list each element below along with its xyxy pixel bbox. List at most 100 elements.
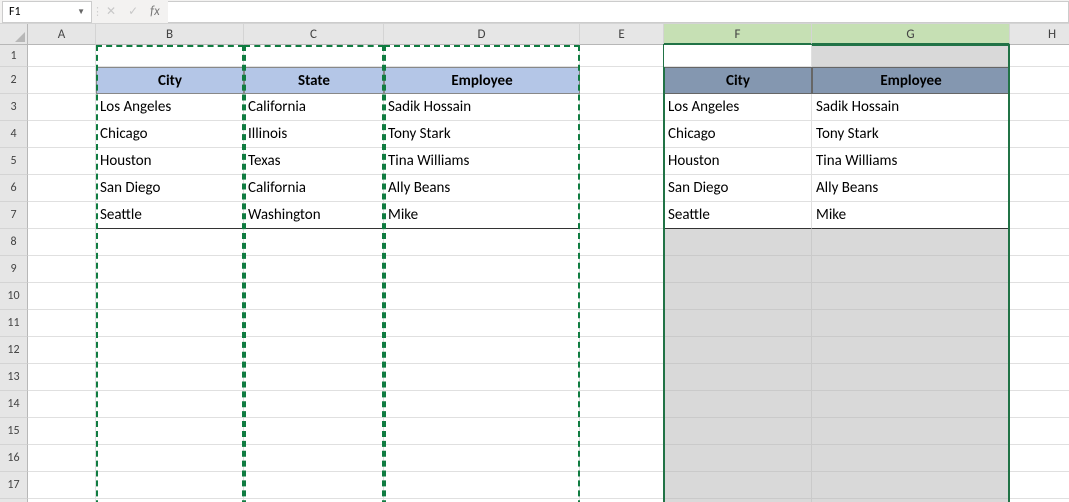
cell[interactable]: [580, 148, 664, 175]
cell[interactable]: [244, 229, 384, 256]
cell[interactable]: [384, 229, 580, 256]
cell[interactable]: [812, 283, 1010, 310]
table1-state-1[interactable]: Illinois: [244, 121, 384, 148]
cell[interactable]: [664, 310, 812, 337]
table1-employee-2[interactable]: Tina Williams: [384, 148, 580, 175]
row-header-11[interactable]: 11: [0, 310, 28, 337]
row-header-15[interactable]: 15: [0, 418, 28, 445]
cell[interactable]: [28, 283, 96, 310]
cell[interactable]: [384, 364, 580, 391]
table2-city-2[interactable]: Houston: [664, 148, 812, 175]
row-header-2[interactable]: 2: [0, 67, 28, 94]
cell[interactable]: [1010, 256, 1069, 283]
cell[interactable]: [1010, 391, 1069, 418]
cell[interactable]: [244, 364, 384, 391]
table1-state-4[interactable]: Washington: [244, 202, 384, 229]
cell[interactable]: [96, 391, 244, 418]
cell[interactable]: [580, 337, 664, 364]
row-header-3[interactable]: 3: [0, 94, 28, 121]
cell[interactable]: [384, 310, 580, 337]
cell[interactable]: [1010, 45, 1069, 67]
cell[interactable]: [1010, 364, 1069, 391]
table1-state-0[interactable]: California: [244, 94, 384, 121]
cell[interactable]: [384, 337, 580, 364]
cell[interactable]: [580, 445, 664, 472]
fx-icon[interactable]: fx: [150, 4, 160, 19]
row-header-16[interactable]: 16: [0, 445, 28, 472]
cell[interactable]: [28, 45, 96, 67]
cell[interactable]: [580, 283, 664, 310]
cell[interactable]: [244, 45, 384, 67]
cell[interactable]: [1010, 67, 1069, 94]
cell[interactable]: [812, 391, 1010, 418]
cell[interactable]: [1010, 175, 1069, 202]
cell[interactable]: [28, 121, 96, 148]
row-header-14[interactable]: 14: [0, 391, 28, 418]
cell[interactable]: [812, 229, 1010, 256]
cell[interactable]: [1010, 94, 1069, 121]
cell[interactable]: [96, 45, 244, 67]
cell[interactable]: [580, 175, 664, 202]
active-cell[interactable]: [664, 45, 812, 67]
table1-header-employee[interactable]: Employee: [384, 67, 580, 94]
table1-header-city[interactable]: City: [96, 67, 244, 94]
row-header-9[interactable]: 9: [0, 256, 28, 283]
cell[interactable]: [580, 391, 664, 418]
cell[interactable]: [1010, 445, 1069, 472]
table1-employee-4[interactable]: Mike: [384, 202, 580, 229]
cell[interactable]: [244, 445, 384, 472]
cell[interactable]: [812, 256, 1010, 283]
cell[interactable]: [580, 202, 664, 229]
cell[interactable]: [580, 94, 664, 121]
cell[interactable]: [244, 256, 384, 283]
cell[interactable]: [580, 418, 664, 445]
cell[interactable]: [244, 391, 384, 418]
cell[interactable]: [664, 337, 812, 364]
cell[interactable]: [384, 283, 580, 310]
name-box[interactable]: F1 ▼: [2, 1, 92, 23]
cell[interactable]: [812, 418, 1010, 445]
cell[interactable]: [1010, 310, 1069, 337]
cell[interactable]: [1010, 472, 1069, 499]
cell[interactable]: [812, 364, 1010, 391]
cell[interactable]: [28, 202, 96, 229]
table2-employee-0[interactable]: Sadik Hossain: [812, 94, 1010, 121]
cell[interactable]: [580, 472, 664, 499]
cell[interactable]: [580, 45, 664, 67]
row-header-10[interactable]: 10: [0, 283, 28, 310]
row-header-7[interactable]: 7: [0, 202, 28, 229]
cell[interactable]: [664, 364, 812, 391]
column-header-g[interactable]: G: [812, 24, 1010, 45]
cell[interactable]: [384, 418, 580, 445]
cell[interactable]: [28, 364, 96, 391]
cell[interactable]: [580, 229, 664, 256]
table1-state-2[interactable]: Texas: [244, 148, 384, 175]
cell[interactable]: [244, 418, 384, 445]
table2-city-0[interactable]: Los Angeles: [664, 94, 812, 121]
table1-city-1[interactable]: Chicago: [96, 121, 244, 148]
select-all-corner[interactable]: [0, 24, 28, 45]
table1-employee-3[interactable]: Ally Beans: [384, 175, 580, 202]
table2-city-4[interactable]: Seattle: [664, 202, 812, 229]
cell[interactable]: [384, 45, 580, 67]
cell[interactable]: [96, 364, 244, 391]
cell[interactable]: [244, 337, 384, 364]
cell[interactable]: [96, 418, 244, 445]
row-header-4[interactable]: 4: [0, 121, 28, 148]
row-header-5[interactable]: 5: [0, 148, 28, 175]
cell[interactable]: [96, 256, 244, 283]
table2-employee-2[interactable]: Tina Williams: [812, 148, 1010, 175]
table2-employee-4[interactable]: Mike: [812, 202, 1010, 229]
cell[interactable]: [28, 337, 96, 364]
cell[interactable]: [96, 283, 244, 310]
table2-header-city[interactable]: City: [664, 67, 812, 94]
table1-city-3[interactable]: San Diego: [96, 175, 244, 202]
cell[interactable]: [664, 229, 812, 256]
cell[interactable]: [244, 310, 384, 337]
formula-input[interactable]: [168, 1, 1069, 23]
cell[interactable]: [96, 310, 244, 337]
cell[interactable]: [384, 472, 580, 499]
cell[interactable]: [96, 229, 244, 256]
cell[interactable]: [1010, 418, 1069, 445]
cell[interactable]: [28, 472, 96, 499]
